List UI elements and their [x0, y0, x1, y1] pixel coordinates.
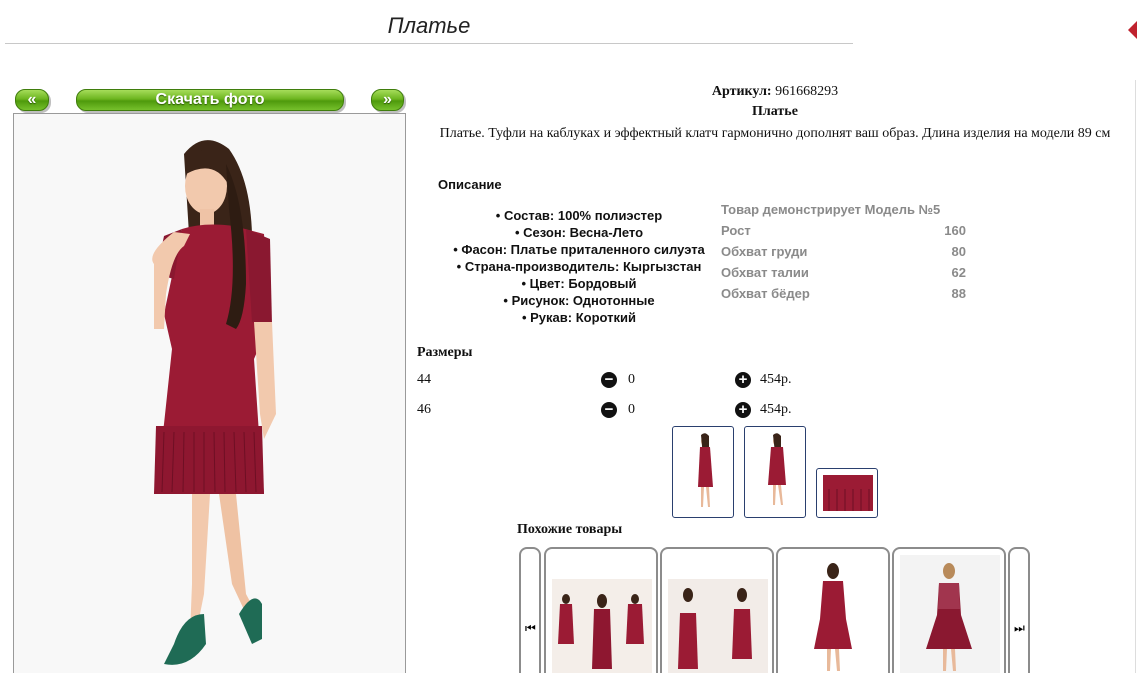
attribute-item: Цвет: Бордовый: [420, 275, 738, 292]
increase-qty-button[interactable]: +: [735, 372, 751, 388]
sku-label: Артикул:: [711, 84, 772, 99]
price-value: 454р.: [760, 402, 792, 417]
prev-photo-button[interactable]: «: [15, 89, 49, 111]
photo-thumbnail[interactable]: [672, 426, 734, 518]
model-row-label: Рост: [721, 223, 751, 238]
model-row: Обхват талии 62: [721, 263, 966, 284]
size-row: 44 − 0 + 454р.: [417, 370, 807, 392]
main-product-photo: [13, 113, 406, 673]
product-name: Платье: [752, 104, 798, 119]
photo-thumbnail[interactable]: [816, 468, 878, 518]
similar-product-card[interactable]: [776, 547, 890, 673]
model-info-table: Товар демонстрирует Модель №5 Рост 160 Об…: [721, 200, 966, 305]
qty-value: 0: [628, 402, 635, 417]
model-row-label: Обхват груди: [721, 244, 808, 259]
skip-back-icon: ⏮: [525, 621, 536, 635]
model-row-value: 160: [944, 223, 966, 238]
size-label: 44: [417, 372, 431, 387]
decrease-qty-button[interactable]: −: [601, 402, 617, 418]
decrease-qty-button[interactable]: −: [601, 372, 617, 388]
similar-product-card[interactable]: [892, 547, 1006, 673]
attribute-item: Страна-производитель: Кыргызстан: [420, 258, 738, 275]
model-row-value: 80: [951, 244, 966, 259]
size-label: 46: [417, 402, 431, 417]
qty-value: 0: [628, 372, 635, 387]
product-description: Платье. Туфли на каблуках и эффектный кл…: [439, 126, 1111, 141]
model-row-label: Обхват бёдер: [721, 286, 810, 301]
sku-line: Артикул: 961668293: [560, 84, 990, 100]
divider: [1135, 80, 1136, 673]
next-photo-button[interactable]: »: [371, 89, 404, 111]
download-photo-button[interactable]: Скачать фото: [76, 89, 344, 111]
carousel-prev-button[interactable]: ⏮: [519, 547, 541, 673]
model-row: Обхват груди 80: [721, 242, 966, 263]
model-heading: Товар демонстрирует Модель №5: [721, 202, 941, 217]
sku-value: 961668293: [775, 84, 839, 99]
page-title: Платье: [5, 12, 853, 44]
similar-products-heading: Похожие товары: [517, 522, 623, 537]
attribute-item: Сезон: Весна-Лето: [420, 224, 738, 241]
size-row: 46 − 0 + 454р.: [417, 400, 807, 422]
model-row: Обхват бёдер 88: [721, 284, 966, 305]
model-row-value: 88: [951, 286, 966, 301]
attribute-item: Рукав: Короткий: [420, 309, 738, 326]
similar-product-card[interactable]: [660, 547, 774, 673]
carousel-next-button[interactable]: ⏭: [1008, 547, 1030, 673]
attribute-item: Состав: 100% полиэстер: [420, 207, 738, 224]
attribute-item: Фасон: Платье приталенного силуэта: [420, 241, 738, 258]
attribute-item: Рисунок: Однотонные: [420, 292, 738, 309]
model-row-label: Обхват талии: [721, 265, 809, 280]
skip-forward-icon: ⏭: [1014, 621, 1025, 635]
price-value: 454р.: [760, 372, 792, 387]
similar-product-card[interactable]: [544, 547, 658, 673]
attribute-list: Состав: 100% полиэстер Сезон: Весна-Лето…: [420, 207, 738, 326]
increase-qty-button[interactable]: +: [735, 402, 751, 418]
corner-logo-icon: [1128, 21, 1137, 39]
sizes-heading: Размеры: [417, 345, 473, 360]
photo-thumbnail[interactable]: [744, 426, 806, 518]
model-row-value: 62: [951, 265, 966, 280]
description-heading: Описание: [438, 177, 502, 192]
model-row: Рост 160: [721, 221, 966, 242]
